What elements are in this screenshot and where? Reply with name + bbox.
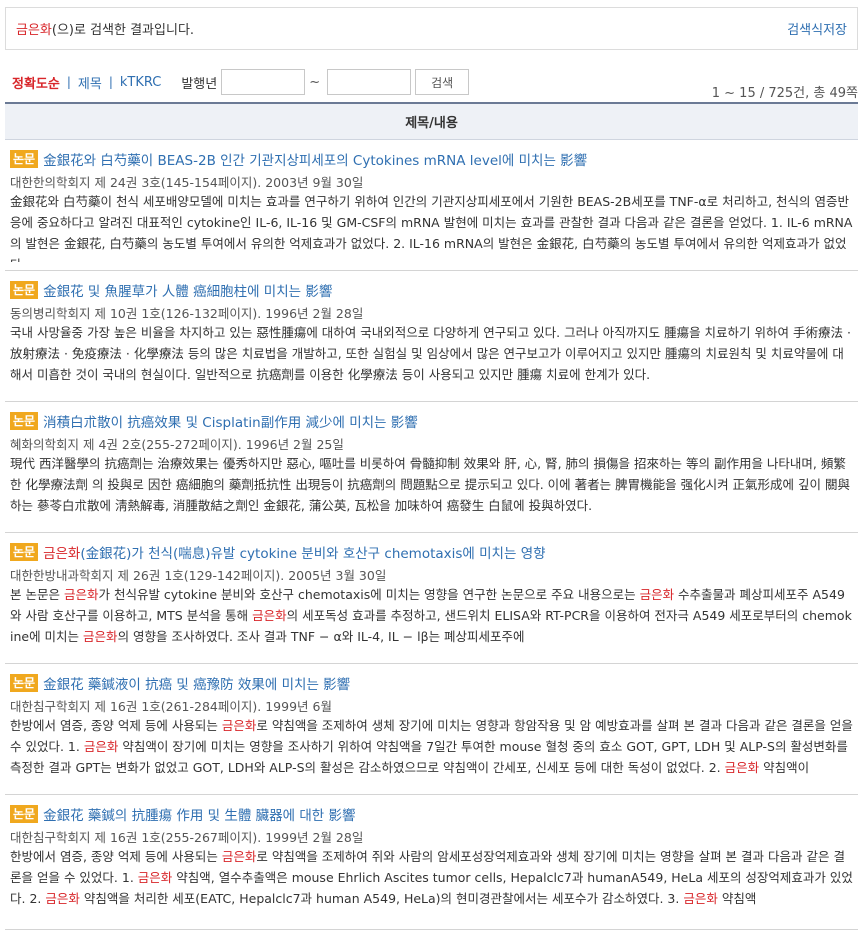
- result-title-link[interactable]: 金銀花 및 魚腥草가 人體 癌細胞柱에 미치는 影響: [43, 280, 332, 300]
- sort-options: 정확도순 | 제목 | kTKRC: [12, 73, 161, 92]
- year-search-button[interactable]: 검색: [415, 69, 470, 95]
- abstract-text: 가 천식유발 cytokine 분비와 호산구 chemotaxis에 미치는 …: [98, 587, 640, 602]
- result-abstract: 국내 사망율중 가장 높은 비율을 차지하고 있는 惡性腫瘍에 대하여 국내외적…: [10, 325, 851, 382]
- paper-badge: 논문: [10, 281, 39, 299]
- result-abstract: 金銀花와 白芍藥이 천식 세포배양모델에 미치는 효과를 연구하기 위하여 인간…: [10, 194, 853, 262]
- title-keyword-highlight: 금은화: [43, 546, 81, 562]
- search-keyword: 금은화: [16, 23, 52, 38]
- result-abstract: 한방에서 염증, 종양 억제 등에 사용되는 금은화로 약침액을 조제하여 쥐와…: [10, 846, 853, 920]
- result-source: 대한한방내과학회지 제 26권 1호(129-142페이지). 2005년 3월…: [10, 568, 387, 583]
- abstract-text: 약침액이 장기에 미치는 영향을 조사하기 위하여 약침액을 7일간 투여한 m…: [10, 739, 848, 775]
- abstract-keyword-highlight: 금은화: [83, 739, 119, 754]
- abstract-keyword-highlight: 금은화: [45, 891, 80, 906]
- abstract-keyword-highlight: 금은화: [683, 891, 718, 906]
- result-count: 1 ~ 15 / 725건, 총 49쪽: [711, 86, 858, 101]
- paper-badge: 논문: [10, 543, 39, 561]
- abstract-text: 한방에서 염증, 종양 억제 등에 사용되는: [10, 718, 222, 733]
- abstract-keyword-highlight: 금은화: [83, 629, 118, 644]
- abstract-text: 의 영향을 조사하였다. 조사 결과 TNF − α와 IL-4, IL − l…: [117, 629, 525, 644]
- result-title-link[interactable]: 金銀花 藥鍼液이 抗癌 및 癌豫防 效果에 미치는 影響: [43, 673, 350, 693]
- year-from-input[interactable]: [221, 69, 306, 95]
- result-item: 논문 金銀花와 白芍藥이 BEAS-2B 인간 기관지상피세포의 Cytokin…: [5, 140, 858, 271]
- result-item: 논문 金銀花 藥鍼의 抗腫瘍 作用 및 生體 臟器에 대한 影響 대한침구학회지…: [5, 795, 858, 930]
- result-source: 대한침구학회지 제 16권 1호(255-267페이지). 1999년 2월 2…: [10, 830, 364, 845]
- abstract-keyword-highlight: 금은화: [137, 870, 173, 885]
- result-title-link[interactable]: 금은화(金銀花)가 천식(喘息)유발 cytokine 분비와 호산구 chem…: [43, 542, 545, 562]
- abstract-text: 약침액을 처리한 세포(EATC, Hepalclc7과 human A549,…: [79, 891, 684, 906]
- sort-divider: |: [108, 75, 113, 89]
- result-abstract: 본 논문은 금은화가 천식유발 cytokine 분비와 호산구 chemota…: [10, 584, 853, 658]
- search-result-banner: 금은화(으)로 검색한 결과입니다. 검색식저장: [5, 7, 858, 50]
- abstract-keyword-highlight: 금은화: [252, 608, 287, 623]
- result-item: 논문 금은화(金銀花)가 천식(喘息)유발 cytokine 분비와 호산구 c…: [5, 533, 858, 664]
- abstract-keyword-highlight: 금은화: [639, 587, 675, 602]
- sort-divider: |: [66, 75, 71, 89]
- result-item: 논문 金銀花 및 魚腥草가 人體 癌細胞柱에 미치는 影響 동의병리학회지 제 …: [5, 271, 858, 402]
- result-abstract: 現代 西洋醫學의 抗癌劑는 治療效果는 優秀하지만 惡心, 嘔吐를 비롯하여 骨…: [10, 456, 850, 513]
- result-source: 혜화의학회지 제 4권 2호(255-272페이지). 1996년 2월 25일: [10, 437, 344, 452]
- result-source: 동의병리학회지 제 10권 1호(126-132페이지). 1996년 2월 2…: [10, 306, 364, 321]
- result-abstract: 한방에서 염증, 종양 억제 등에 사용되는 금은화로 약침액을 조제하여 생체…: [10, 715, 853, 789]
- result-title-link[interactable]: 金銀花 藥鍼의 抗腫瘍 作用 및 生體 臟器에 대한 影響: [43, 804, 355, 824]
- result-title-link[interactable]: 消積白朮散이 抗癌效果 및 Cisplatin副作用 減少에 미치는 影響: [43, 411, 418, 431]
- abstract-keyword-highlight: 금은화: [724, 760, 760, 775]
- abstract-text: 본 논문은: [10, 587, 64, 602]
- abstract-text: 약침액이: [759, 760, 810, 775]
- abstract-text: 약침액: [717, 891, 757, 906]
- save-search-button[interactable]: 검색식저장: [787, 19, 847, 38]
- paper-badge: 논문: [10, 150, 39, 168]
- paper-badge: 논문: [10, 412, 39, 430]
- sort-title[interactable]: 제목: [78, 73, 102, 92]
- result-source: 대한한의학회지 제 24권 3호(145-154페이지). 2003년 9월 3…: [10, 175, 364, 190]
- abstract-text: 한방에서 염증, 종양 억제 등에 사용되는: [10, 849, 222, 864]
- result-title-link[interactable]: 金銀花와 白芍藥이 BEAS-2B 인간 기관지상피세포의 Cytokines …: [43, 149, 587, 169]
- title-text: (金銀花)가 천식(喘息)유발 cytokine 분비와 호산구 chemota…: [80, 546, 546, 562]
- table-header: 제목/내용: [5, 102, 858, 140]
- abstract-keyword-highlight: 금은화: [63, 587, 99, 602]
- paper-badge: 논문: [10, 674, 39, 692]
- year-range-tilde: ~: [309, 74, 321, 90]
- year-filter-label: 발행년: [181, 76, 218, 92]
- result-item: 논문 金銀花 藥鍼液이 抗癌 및 癌豫防 效果에 미치는 影響 대한침구학회지 …: [5, 664, 858, 795]
- abstract-keyword-highlight: 금은화: [221, 849, 257, 864]
- sort-ktkrc[interactable]: kTKRC: [120, 75, 161, 90]
- year-to-input[interactable]: [327, 69, 412, 95]
- sort-accuracy[interactable]: 정확도순: [12, 73, 60, 92]
- result-list: 논문 金銀花와 白芍藥이 BEAS-2B 인간 기관지상피세포의 Cytokin…: [5, 140, 858, 934]
- result-item: 논문 消積白朮散이 抗癌效果 및 Cisplatin副作用 減少에 미치는 影響…: [5, 402, 858, 533]
- paper-badge: 논문: [10, 805, 39, 823]
- result-source: 대한침구학회지 제 16권 1호(261-284페이지). 1999년 6월: [10, 699, 332, 714]
- abstract-keyword-highlight: 금은화: [221, 718, 257, 733]
- search-result-message-text: (으)로 검색한 결과입니다.: [51, 23, 195, 38]
- search-result-message: 금은화(으)로 검색한 결과입니다.: [16, 19, 194, 38]
